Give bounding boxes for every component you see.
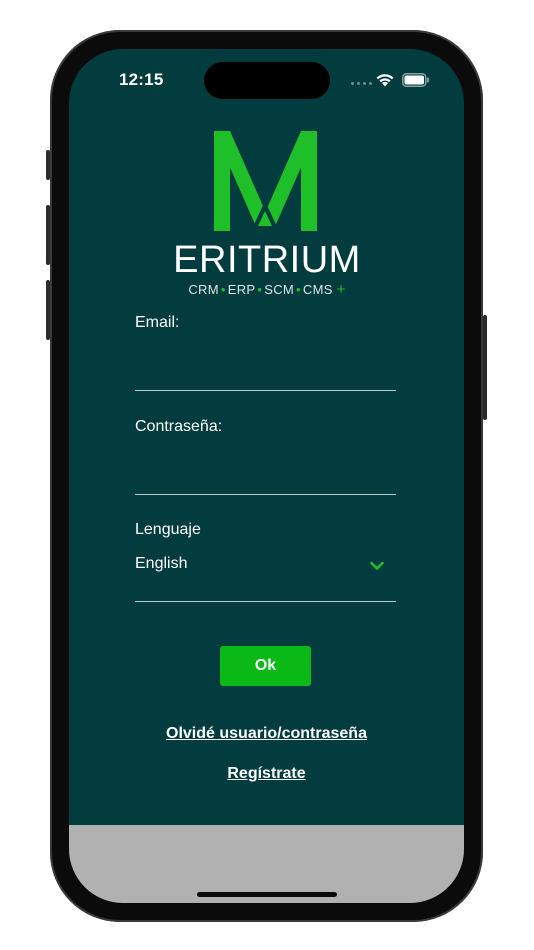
- battery-icon: [402, 73, 429, 87]
- language-select[interactable]: English: [135, 549, 396, 602]
- phone-frame: 12:15 ERITRIUM CRM • ERP • SCM • CMS + E…: [46, 30, 487, 922]
- dynamic-island: [204, 62, 330, 99]
- home-indicator[interactable]: [197, 892, 337, 897]
- tagline-scm: SCM: [264, 282, 295, 297]
- wifi-icon: [376, 74, 394, 87]
- register-link[interactable]: Regístrate: [69, 765, 464, 783]
- tagline-erp: ERP: [227, 282, 256, 297]
- mute-switch: [46, 150, 50, 180]
- password-field[interactable]: [135, 458, 396, 495]
- ok-button[interactable]: Ok: [220, 646, 311, 686]
- tagline-cms: CMS: [302, 282, 333, 297]
- tagline-plus: +: [336, 281, 346, 298]
- email-label: Email:: [135, 314, 180, 331]
- language-select-value: English: [135, 555, 188, 572]
- power-button: [483, 315, 487, 420]
- logo-wordmark: ERITRIUM: [173, 239, 361, 281]
- password-label: Contraseña:: [135, 418, 223, 435]
- chevron-down-icon: [370, 561, 384, 570]
- email-field[interactable]: [135, 354, 396, 391]
- app-screen: 12:15 ERITRIUM CRM • ERP • SCM • CMS + E…: [69, 49, 464, 903]
- company-logo: ERITRIUM CRM • ERP • SCM • CMS +: [167, 129, 367, 319]
- tagline-crm: CRM: [188, 282, 219, 297]
- language-label: Lenguaje: [135, 521, 201, 538]
- logo-tagline: CRM • ERP • SCM • CMS +: [188, 281, 346, 298]
- forgot-credentials-link[interactable]: Olvidé usuario/contraseña: [69, 725, 464, 743]
- volume-down-button: [46, 280, 50, 340]
- status-time: 12:15: [119, 70, 164, 89]
- volume-up-button: [46, 205, 50, 265]
- signal-icon: [351, 82, 372, 85]
- status-bar: 12:15: [69, 49, 464, 103]
- logo-mark-icon: [214, 131, 317, 231]
